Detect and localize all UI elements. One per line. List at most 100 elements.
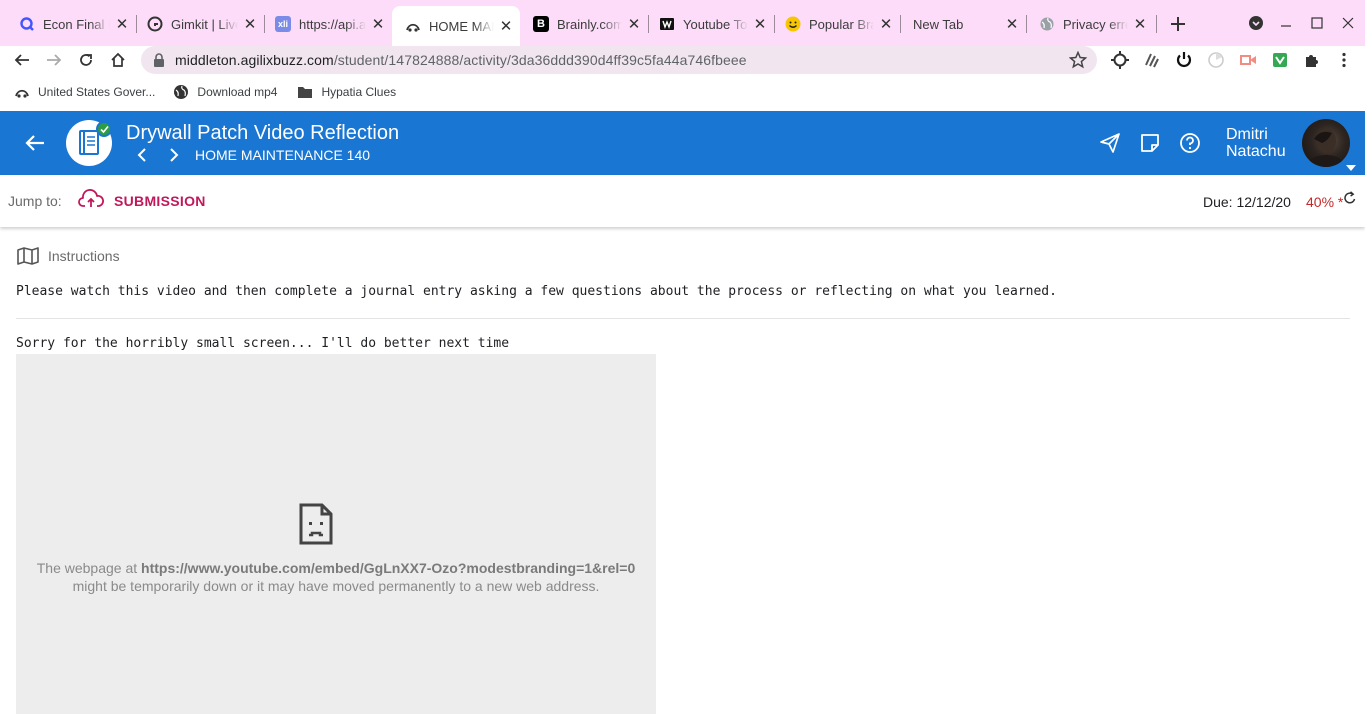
due-date: Due: 12/12/20: [1203, 194, 1291, 210]
brainly-icon: B: [533, 16, 549, 32]
url-path: /student/147824888/activity/3da36ddd390d…: [333, 52, 747, 68]
power-extension-icon[interactable]: [1174, 50, 1194, 70]
jump-to-bar: Jump to: SUBMISSION Due: 12/12/20 40% *: [0, 175, 1365, 227]
bookmark-star-icon[interactable]: [1069, 51, 1087, 69]
activity-title: Drywall Patch Video Reflection: [126, 122, 400, 144]
globe-dark-icon: [173, 84, 189, 100]
submission-link[interactable]: SUBMISSION: [114, 193, 206, 209]
close-tab-icon[interactable]: ✕: [878, 16, 894, 33]
close-tab-icon[interactable]: ✕: [752, 16, 768, 33]
browser-tab-1[interactable]: Gimkit | Live ✕: [134, 8, 264, 40]
close-tab-icon[interactable]: ✕: [370, 16, 386, 33]
instructions-label: Instructions: [48, 248, 120, 264]
bookmark-download-mp4[interactable]: Download mp4: [173, 84, 277, 100]
globe-icon: [1039, 16, 1055, 32]
address-bar[interactable]: middleton.agilixbuzz.com/student/1478248…: [141, 46, 1097, 74]
agilix-icon: [405, 18, 421, 34]
user-first-name: Dmitri: [1226, 126, 1268, 143]
instructions-text: Please watch this video and then complet…: [16, 284, 1057, 299]
reload-button[interactable]: [74, 48, 98, 72]
bookmarks-bar: United States Gover... Download mp4 Hypa…: [0, 77, 1365, 107]
tab-title: Privacy error: [1063, 16, 1128, 32]
stripes-extension-icon[interactable]: [1142, 50, 1162, 70]
previous-activity-chevron-icon[interactable]: [134, 147, 150, 163]
notes-icon[interactable]: [1138, 131, 1162, 155]
help-icon[interactable]: [1178, 131, 1202, 155]
browser-tab-7[interactable]: New Tab ✕: [898, 8, 1026, 40]
browser-tab-3-active[interactable]: HOME MAINTENANCE ✕: [392, 6, 520, 46]
error-prefix: The webpage at: [36, 560, 142, 576]
score-badge: 40% *: [1306, 194, 1344, 210]
browser-menu-icon[interactable]: [1334, 50, 1354, 70]
gimkit-icon: [147, 16, 163, 32]
tab-separator: [1156, 15, 1157, 33]
agilix-icon: [14, 84, 30, 100]
extensions-puzzle-icon[interactable]: [1302, 50, 1322, 70]
course-name[interactable]: HOME MAINTENANCE 140: [195, 147, 370, 163]
instructions-heading: Instructions: [16, 246, 120, 266]
maximize-window-icon[interactable]: [1306, 12, 1328, 34]
completed-check-icon: [96, 121, 112, 137]
note-text: Sorry for the horribly small screen... I…: [16, 336, 510, 351]
browser-tab-2[interactable]: xli https://api.a ✕: [262, 8, 392, 40]
bookmark-label: Hypatia Clues: [321, 85, 397, 99]
url-host: middleton.agilixbuzz.com: [175, 52, 334, 68]
next-activity-chevron-icon[interactable]: [166, 147, 182, 163]
folder-icon: [297, 84, 313, 100]
target-extension-icon[interactable]: [1110, 50, 1130, 70]
tab-title: New Tab: [913, 16, 964, 32]
back-button[interactable]: [10, 48, 34, 72]
home-button[interactable]: [106, 48, 130, 72]
quizlet-icon: [19, 16, 35, 32]
close-tab-icon[interactable]: ✕: [1004, 16, 1020, 33]
bookmark-hypatia-clues[interactable]: Hypatia Clues: [297, 84, 396, 100]
send-icon[interactable]: [1098, 131, 1122, 155]
minimize-window-icon[interactable]: [1275, 12, 1297, 34]
browser-tab-8[interactable]: Privacy error ✕: [1026, 8, 1154, 40]
close-window-icon[interactable]: [1337, 12, 1359, 34]
tab-title: Popular Brands: [809, 16, 874, 32]
avatar[interactable]: [1302, 119, 1350, 167]
error-message-line1: The webpage at https://www.youtube.com/e…: [16, 560, 656, 576]
xli-icon: xli: [275, 16, 291, 32]
browser-tab-5[interactable]: Youtube To Mp4 ✕: [646, 8, 774, 40]
sad-page-icon: [298, 502, 334, 546]
close-tab-icon[interactable]: ✕: [1132, 16, 1148, 33]
browser-tab-4[interactable]: B Brainly.com ✕: [520, 8, 648, 40]
caret-down-icon[interactable]: [1346, 159, 1356, 171]
lock-icon[interactable]: [153, 53, 165, 67]
tab-title: https://api.a: [299, 16, 366, 32]
url-text[interactable]: middleton.agilixbuzz.com/student/1478248…: [175, 52, 747, 68]
record-extension-icon[interactable]: [1238, 50, 1258, 70]
tab-title: Gimkit | Live: [171, 16, 238, 32]
browser-tab-strip: Econ Final Exam ✕ Gimkit | Live ✕ xli ht…: [0, 0, 1365, 46]
close-tab-icon[interactable]: ✕: [114, 16, 130, 33]
user-last-name: Natachu: [1226, 143, 1286, 160]
back-arrow-button[interactable]: [22, 131, 50, 155]
refresh-icon[interactable]: [1343, 191, 1357, 205]
embedded-video-frame[interactable]: The webpage at https://www.youtube.com/e…: [16, 354, 656, 714]
green-extension-icon[interactable]: [1270, 50, 1290, 70]
browser-tab-0[interactable]: Econ Final Exam ✕: [6, 8, 136, 40]
smile-icon: [785, 16, 801, 32]
timer-extension-icon[interactable]: [1206, 50, 1226, 70]
bookmark-label: United States Gover...: [38, 85, 156, 99]
browser-tab-6[interactable]: Popular Brands ✕: [772, 8, 900, 40]
tab-title: Youtube To Mp4: [683, 16, 748, 32]
tab-title: HOME MAINTENANCE: [429, 18, 494, 34]
tab-search-icon[interactable]: [1245, 12, 1267, 34]
forward-button[interactable]: [42, 48, 66, 72]
new-tab-button[interactable]: [1166, 12, 1190, 36]
bookmark-us-gov[interactable]: United States Gover...: [14, 84, 155, 100]
divider: [16, 318, 1350, 319]
tab-title: Brainly.com: [557, 16, 622, 32]
cloud-upload-icon[interactable]: [78, 189, 104, 209]
tab-title: Econ Final Exam: [43, 16, 110, 32]
user-name[interactable]: Dmitri Natachu: [1226, 126, 1286, 160]
map-icon: [17, 247, 39, 265]
close-tab-icon[interactable]: ✕: [498, 18, 514, 35]
close-tab-icon[interactable]: ✕: [626, 16, 642, 33]
close-tab-icon[interactable]: ✕: [242, 16, 258, 33]
bookmark-label: Download mp4: [197, 85, 278, 99]
error-message-line2: might be temporarily down or it may have…: [72, 578, 600, 594]
